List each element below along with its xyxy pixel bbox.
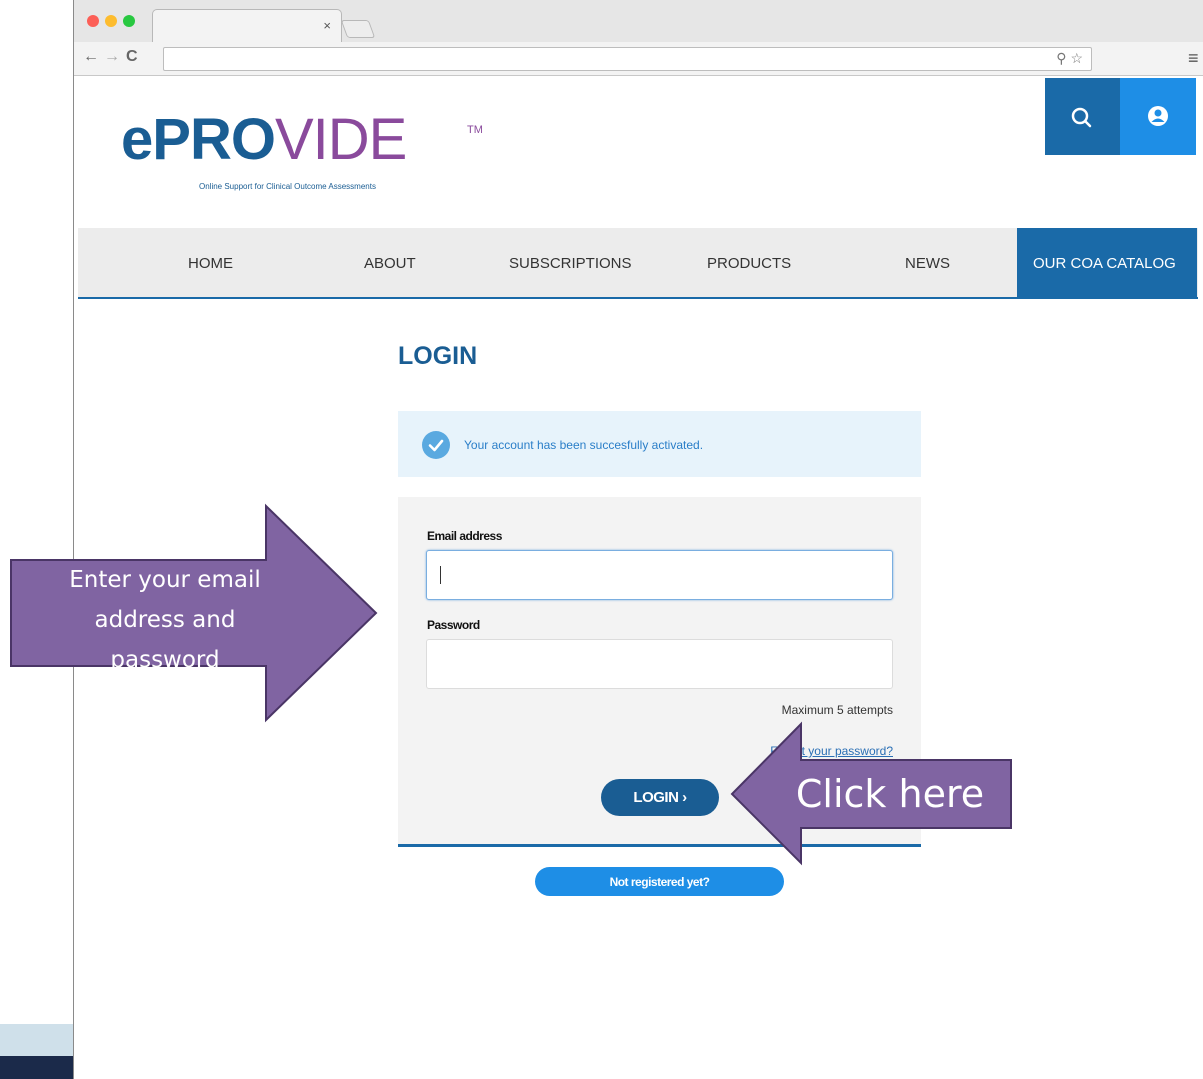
attempts-note: Maximum 5 attempts xyxy=(781,703,893,717)
email-field[interactable] xyxy=(426,550,893,600)
window-minimize-icon[interactable] xyxy=(105,15,117,27)
back-arrow-icon[interactable]: ← xyxy=(83,48,99,66)
logo-tagline: Online Support for Clinical Outcome Asse… xyxy=(199,182,376,191)
nav-home[interactable]: HOME xyxy=(188,255,233,272)
logo-letters-vide: VIDE xyxy=(274,107,407,172)
nav-about[interactable]: ABOUT xyxy=(364,255,416,272)
logo-letters-pr: PR xyxy=(152,107,232,172)
tab-close-icon[interactable]: × xyxy=(323,18,331,33)
user-icon xyxy=(1148,106,1168,126)
nav-subscriptions[interactable]: SUBSCRIPTIONS xyxy=(509,255,632,272)
password-field[interactable] xyxy=(426,639,893,689)
nav-products[interactable]: PRODUCTS xyxy=(707,255,791,272)
browser-menu-icon[interactable]: ≡ xyxy=(1188,48,1199,69)
search-icon xyxy=(1071,107,1092,128)
callout-click-text: Click here xyxy=(795,772,985,816)
nav-news[interactable]: NEWS xyxy=(905,255,950,272)
header-account-button[interactable] xyxy=(1120,78,1196,155)
logo-trademark: TM xyxy=(467,124,483,136)
callout-arrow-enter-credentials: Enter your email address and password xyxy=(0,503,380,723)
main-navigation: HOME ABOUT SUBSCRIPTIONS PRODUCTS NEWS O… xyxy=(78,228,1198,299)
callout-instruction-text: Enter your email address and password xyxy=(20,560,310,680)
slide-decoration-footer xyxy=(0,1056,74,1079)
reload-icon[interactable]: C xyxy=(126,48,138,66)
header-search-button[interactable] xyxy=(1045,78,1120,155)
browser-toolbar: ← → C ⚲ ☆ ≡ xyxy=(74,42,1203,76)
logo-letter-o: O xyxy=(230,107,276,172)
window-zoom-icon[interactable] xyxy=(123,15,135,27)
callout-arrow-click-here: Click here xyxy=(730,721,1015,866)
password-label: Password xyxy=(427,618,480,632)
logo-wordmark: ePROVIDE xyxy=(121,107,407,172)
email-label: Email address xyxy=(427,529,502,543)
new-tab-button[interactable] xyxy=(340,20,376,38)
slide-decoration-band xyxy=(0,1024,74,1056)
logo-letter-e: e xyxy=(121,107,153,172)
text-cursor xyxy=(440,566,441,584)
success-alert: Your account has been succesfully activa… xyxy=(398,411,921,477)
callout-line: password xyxy=(110,647,220,673)
callout-line: address and xyxy=(94,607,236,633)
logo-power-o: O xyxy=(230,107,276,172)
alert-message: Your account has been succesfully activa… xyxy=(464,438,704,452)
nav-coa-catalog[interactable]: OUR COA CATALOG xyxy=(1017,228,1197,299)
slide: × ← → C ⚲ ☆ ≡ ePROVIDE TM Online Support… xyxy=(0,0,1203,1079)
zoom-and-bookmark-icons[interactable]: ⚲ ☆ xyxy=(1056,50,1083,67)
check-circle-icon xyxy=(422,431,450,459)
browser-tab[interactable]: × xyxy=(152,9,342,42)
address-bar[interactable]: ⚲ ☆ xyxy=(163,47,1092,71)
forward-arrow-icon[interactable]: → xyxy=(104,48,120,66)
login-button[interactable]: LOGIN › xyxy=(601,779,719,816)
window-close-icon[interactable] xyxy=(87,15,99,27)
page-title: LOGIN xyxy=(398,342,478,370)
callout-line: Enter your email xyxy=(69,567,261,593)
browser-tab-strip: × xyxy=(74,0,1203,42)
not-registered-button[interactable]: Not registered yet? xyxy=(535,867,784,896)
eprovide-logo[interactable]: ePROVIDE TM Online Support for Clinical … xyxy=(121,107,483,192)
